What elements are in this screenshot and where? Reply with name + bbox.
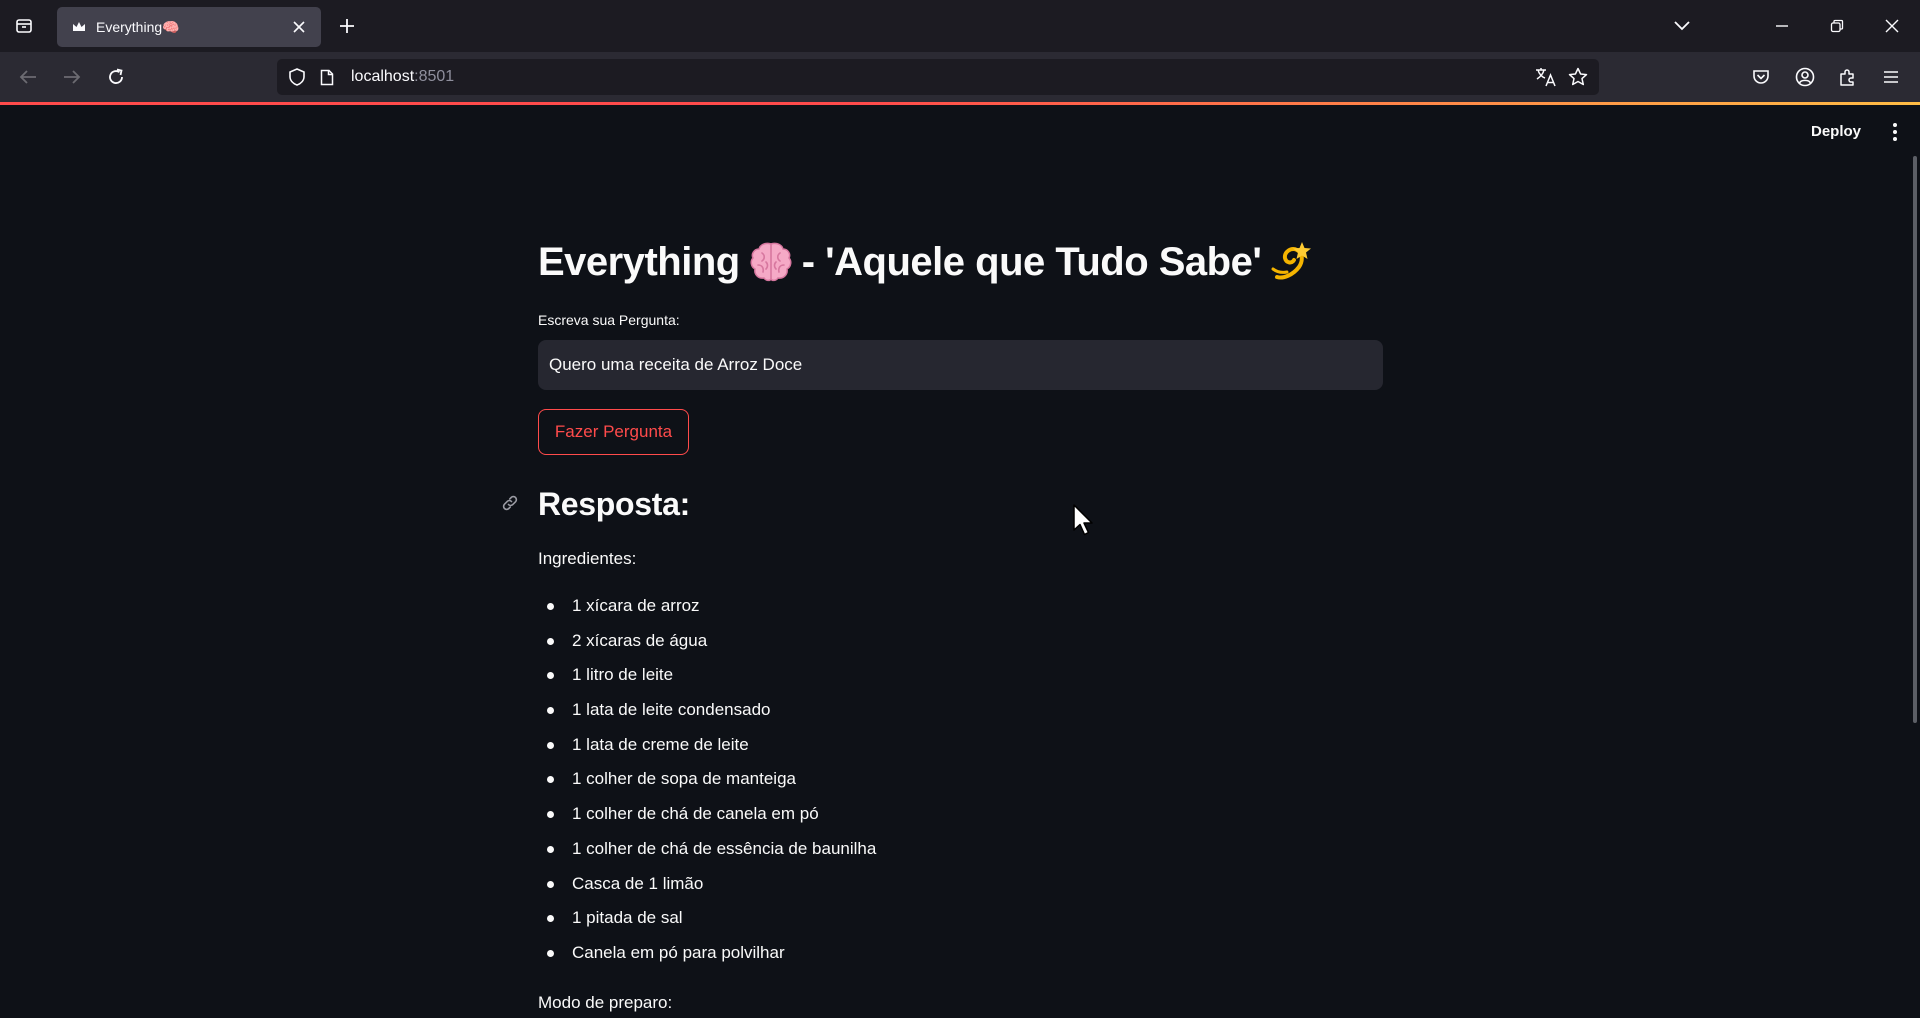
prep-label: Modo de preparo: — [538, 993, 673, 1012]
bullet-icon — [547, 672, 554, 680]
more-vertical-icon[interactable] — [1880, 117, 1910, 147]
bullet-icon — [547, 845, 554, 853]
ingredient-list: 1 xícara de arroz 2 xícaras de água 1 li… — [538, 595, 876, 977]
url-host: localhost — [351, 68, 415, 85]
list-item: 1 lata de creme de leite — [538, 734, 876, 769]
ask-question-button[interactable]: Fazer Pergunta — [538, 409, 689, 455]
bullet-icon — [547, 603, 554, 610]
shield-icon[interactable] — [285, 65, 309, 89]
mouse-cursor-icon — [1073, 504, 1093, 536]
bullet-icon — [547, 949, 554, 957]
main-content: Everything - 'Aquele que Tudo Sabe' Escr… — [502, 230, 1383, 1012]
ingredient-text: 1 litro de leite — [572, 665, 674, 685]
brain-emoji-icon — [750, 242, 792, 282]
bullet-icon — [547, 637, 554, 645]
bullet-icon — [547, 776, 554, 784]
chevron-down-icon[interactable] — [1666, 10, 1698, 42]
list-item: 2 xícaras de água — [538, 630, 876, 665]
translate-icon[interactable] — [1533, 65, 1559, 89]
pocket-icon[interactable] — [1745, 61, 1777, 93]
restore-icon[interactable] — [1821, 10, 1853, 42]
hamburger-menu-icon[interactable] — [1875, 61, 1907, 93]
new-tab-button[interactable] — [333, 12, 361, 40]
list-item: Casca de 1 limão — [538, 873, 876, 908]
question-input[interactable] — [538, 340, 1383, 390]
ingredient-text: 1 colher de sopa de manteiga — [572, 769, 796, 789]
url-port: :8501 — [414, 68, 455, 85]
title-text-part1: Everything — [538, 240, 740, 284]
bullet-icon — [547, 811, 554, 819]
back-arrow-icon[interactable] — [12, 61, 44, 93]
reload-icon[interactable] — [100, 61, 132, 93]
ingredient-text: 1 lata de creme de leite — [572, 734, 749, 754]
browser-tab-bar: Everything🧠 — [0, 0, 1920, 52]
url-text[interactable]: localhost:8501 — [351, 67, 454, 87]
ingredient-text: Canela em pó para polvilhar — [572, 942, 785, 962]
bullet-icon — [547, 915, 554, 923]
tab-title: Everything🧠 — [96, 18, 180, 35]
response-heading: Resposta: — [538, 486, 691, 522]
question-label: Escreva sua Pergunta: — [538, 312, 680, 328]
list-item: 1 colher de sopa de manteiga — [538, 768, 876, 803]
list-item: 1 xícara de arroz — [538, 595, 876, 630]
ingredient-text: 1 xícara de arroz — [572, 596, 700, 615]
ingredients-label: Ingredientes: — [538, 549, 637, 568]
extensions-icon[interactable] — [1832, 61, 1864, 93]
ingredient-text: 1 pitada de sal — [572, 908, 683, 928]
page-icon[interactable] — [317, 65, 337, 89]
ingredient-text: 1 colher de chá de canela em pó — [572, 804, 819, 824]
bullet-icon — [547, 880, 554, 888]
list-item: 1 colher de chá de essência de baunilha — [538, 838, 876, 873]
link-icon[interactable] — [492, 485, 528, 521]
close-icon[interactable] — [289, 17, 309, 37]
title-text-part2: - 'Aquele que Tudo Sabe' — [801, 240, 1262, 284]
list-item: 1 colher de chá de canela em pó — [538, 803, 876, 838]
deploy-button[interactable]: Deploy — [1800, 119, 1872, 145]
tab-list-icon[interactable] — [9, 12, 39, 40]
list-item: 1 litro de leite — [538, 664, 876, 699]
forward-arrow-icon[interactable] — [56, 61, 88, 93]
ingredient-text: 2 xícaras de água — [572, 630, 708, 650]
window-close-icon[interactable] — [1876, 10, 1908, 42]
star-icon[interactable] — [1565, 65, 1591, 89]
list-item: Canela em pó para polvilhar — [538, 942, 876, 977]
url-bar[interactable]: localhost:8501 — [277, 59, 1599, 95]
minimize-icon[interactable] — [1766, 10, 1798, 42]
dizzy-emoji-icon — [1271, 242, 1312, 280]
app-header: Deploy — [0, 105, 1920, 157]
page-title: Everything - 'Aquele que Tudo Sabe' — [538, 230, 1383, 294]
bullet-icon — [547, 741, 554, 749]
list-item: 1 pitada de sal — [538, 907, 876, 942]
page-scrollbar[interactable] — [1913, 156, 1917, 723]
browser-tab[interactable]: Everything🧠 — [57, 7, 321, 47]
list-item: 1 lata de leite condensado — [538, 699, 876, 734]
browser-nav-bar: localhost:8501 — [0, 52, 1920, 102]
ingredient-text: 1 lata de leite condensado — [572, 700, 771, 720]
ingredient-text: Casca de 1 limão — [572, 873, 704, 893]
bullet-icon — [547, 707, 554, 715]
ingredient-text: 1 colher de chá de essência de baunilha — [572, 838, 877, 858]
crown-icon — [71, 19, 87, 35]
account-icon[interactable] — [1789, 61, 1821, 93]
